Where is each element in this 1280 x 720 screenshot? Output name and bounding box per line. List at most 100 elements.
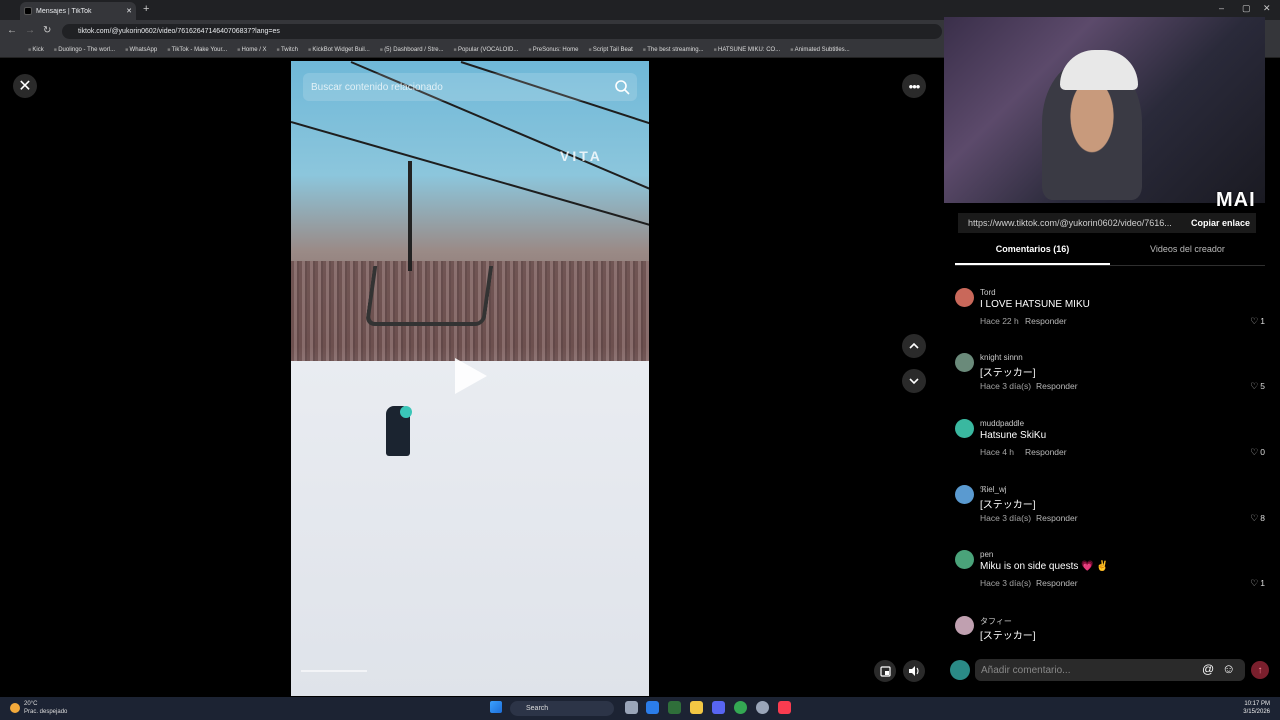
bookmark-item[interactable]: Twitch [277,47,298,53]
comment-text: [ステッカー] [980,500,1036,511]
window-close-icon[interactable]: ✕ [1263,3,1271,14]
like-button[interactable]: ♡ 8 [1250,513,1265,524]
taskbar-search[interactable]: Search [510,701,614,716]
bookmark-item[interactable]: WhatsApp [125,47,158,53]
share-link-url[interactable]: https://www.tiktok.com/@yukorin0602/vide… [958,218,1181,228]
skier-hair [400,406,412,418]
comment-item: muddpaddle Hatsune SkiKu Hace 4 h Respon… [955,419,1265,479]
commenter-avatar[interactable] [955,616,974,635]
tab-divider [955,265,1265,266]
weather-icon [10,703,20,713]
like-button[interactable]: ♡ 0 [1250,447,1265,458]
tab-comments[interactable]: Comentarios (16) [955,244,1110,254]
reply-button[interactable]: Responder [1025,316,1067,326]
send-comment-button[interactable]: ↑ [1251,661,1269,679]
bookmark-item[interactable]: TikTok - Make Your... [167,47,227,53]
related-search-input[interactable]: Buscar contenido relacionado [303,73,637,101]
comment-username[interactable]: ℜiel_wj [980,485,1007,494]
bookmark-item[interactable]: Script Tail Beat [588,47,633,53]
taskbar-clock[interactable]: 10:17 PM 3/15/2026 [1230,700,1270,716]
bookmark-item[interactable]: (5) Dashboard / Stre... [380,47,443,53]
like-count: 8 [1260,513,1265,523]
video-watermark: VITA [560,148,603,164]
more-options-button[interactable]: ••• [902,74,926,98]
bookmark-item[interactable]: Home / X [237,47,267,53]
clock-time: 10:17 PM [1244,701,1270,707]
bookmark-item[interactable]: Duolingo - The worl... [54,47,115,53]
comment-username[interactable]: タフィー [980,616,1012,627]
forward-icon[interactable]: → [25,25,35,36]
comment-item: タフィー [ステッカー] [955,616,1265,646]
bookmark-item[interactable]: Animated Subtitles... [790,47,850,53]
address-bar[interactable]: tiktok.com/@yukorin0602/video/7616264714… [62,24,942,39]
bookmark-item[interactable]: KickBot Widget Buil... [308,47,369,53]
maximize-icon[interactable]: ▢ [1242,3,1251,14]
comment-username[interactable]: muddpaddle [980,419,1024,428]
reply-button[interactable]: Responder [1025,447,1067,457]
commenter-avatar[interactable] [955,485,974,504]
bookmark-item[interactable]: HATSUNE MIKU: CO... [714,47,780,53]
comment-username[interactable]: knight sinnn [980,353,1023,362]
music-icon[interactable] [778,701,791,714]
volume-button[interactable] [903,660,925,682]
reply-button[interactable]: Responder [1036,578,1078,588]
comment-text: Miku is on side quests 💗 ✌ [980,561,1109,572]
comment-username[interactable]: pen [980,550,993,559]
bookmark-item[interactable]: Popular (VOCALOID... [454,47,518,53]
commenter-avatar[interactable] [955,550,974,569]
emoji-icon[interactable]: ☺ [1222,661,1235,676]
app-icon[interactable] [668,701,681,714]
video-snow [291,361,649,696]
discord-icon[interactable] [712,701,725,714]
comment-time: Hace 4 h [980,447,1015,457]
bookmark-item[interactable]: Kick [28,47,43,53]
like-button[interactable]: ♡ 5 [1250,381,1265,392]
pip-icon [879,665,891,677]
floating-player-button[interactable] [874,660,896,682]
next-video-button[interactable] [902,369,926,393]
browser-tab[interactable]: Mensajes | TikTok ✕ [20,2,136,20]
comment-item: pen Miku is on side quests 💗 ✌ Hace 3 dí… [955,550,1265,610]
like-button[interactable]: ♡ 1 [1250,578,1265,589]
reply-button[interactable]: Responder [1036,513,1078,523]
bookmark-item[interactable]: PreSonus: Home [528,47,579,53]
comment-item: knight sinnn [ステッカー] Hace 3 día(s) Respo… [955,353,1265,413]
new-tab-button[interactable]: + [143,3,149,15]
like-button[interactable]: ♡ 1 [1250,316,1265,327]
settings-icon[interactable] [756,701,769,714]
windows-start-icon[interactable] [490,701,502,713]
comment-time: Hace 3 día(s) [980,381,1032,391]
back-icon[interactable]: ← [7,25,17,36]
play-icon[interactable] [455,358,487,394]
comment-text: [ステッカー] [980,631,1036,642]
comment-time: Hace 3 día(s) [980,513,1032,523]
like-count: 5 [1260,381,1265,391]
copy-link-button[interactable]: Copiar enlace [1181,218,1256,228]
commenter-avatar[interactable] [955,353,974,372]
windows-taskbar [0,697,1280,720]
reply-button[interactable]: Responder [1036,381,1078,391]
heart-icon: ♡ [1250,578,1259,588]
chrome-icon[interactable] [734,701,747,714]
edge-icon[interactable] [646,701,659,714]
comment-text: [ステッカー] [980,368,1036,379]
commenter-avatar[interactable] [955,288,974,307]
minimize-icon[interactable]: – [1219,3,1224,13]
commenter-avatar[interactable] [955,419,974,438]
comment-item: ℜiel_wj [ステッカー] Hace 3 día(s) Responder … [955,485,1265,545]
weather-widget[interactable]: 20°C Prac. despejado [10,700,67,716]
chairlift-pole [408,161,412,271]
video-progress-bar[interactable] [301,670,367,672]
previous-video-button[interactable] [902,334,926,358]
file-explorer-icon[interactable] [690,701,703,714]
comment-username[interactable]: Tord [980,288,996,297]
like-count: 1 [1260,316,1265,326]
close-video-button[interactable]: ✕ [13,74,37,98]
mention-icon[interactable]: @ [1202,662,1214,676]
search-icon[interactable] [613,78,631,96]
tab-creator-videos[interactable]: Videos del creador [1110,244,1265,254]
tab-close-icon[interactable]: ✕ [126,7,132,15]
bookmark-item[interactable]: The best streaming... [643,47,703,53]
reload-icon[interactable]: ↻ [43,25,51,36]
task-view-icon[interactable] [625,701,638,714]
